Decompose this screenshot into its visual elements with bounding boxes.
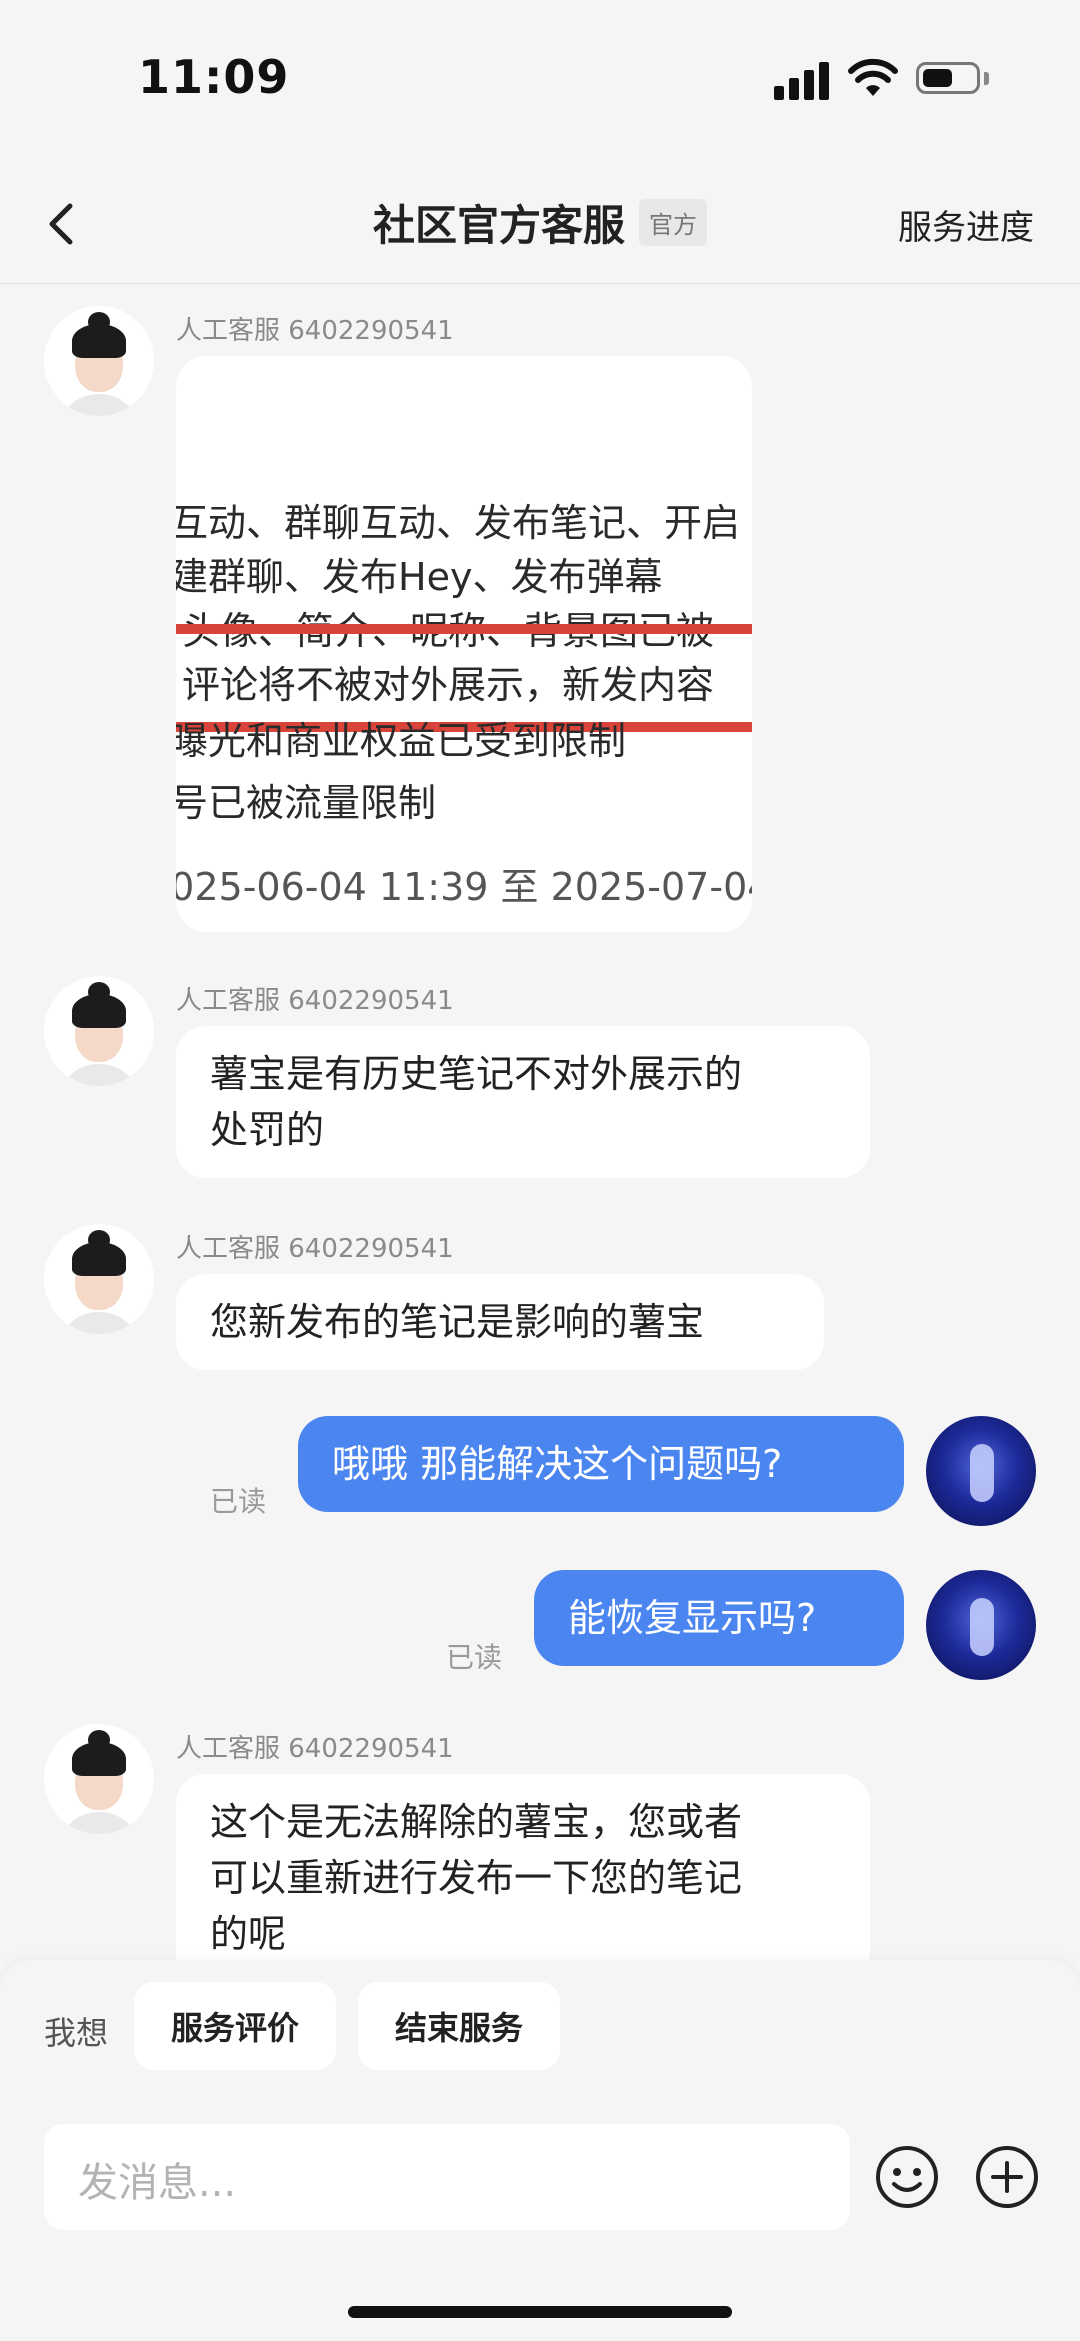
message-line: 的呢 (210, 1912, 287, 1956)
image-text-line: 互动、群聊互动、发布笔记、开启 (176, 501, 741, 545)
message-line: 这个是无法解除的薯宝，您或者 (210, 1800, 743, 1844)
read-status: 已读 (446, 1641, 503, 1674)
user-avatar[interactable] (926, 1416, 1036, 1526)
bottom-panel: 我想 服务评价 结束服务 发消息... (0, 1960, 1080, 2341)
agent-avatar[interactable] (44, 976, 154, 1086)
plus-icon[interactable] (974, 2144, 1040, 2210)
read-status: 已读 (210, 1485, 267, 1518)
battery-level (923, 69, 952, 87)
agent-message-bubble[interactable]: 这个是无法解除的薯宝，您或者 可以重新进行发布一下您的笔记 的呢 (176, 1774, 870, 1982)
message-input-placeholder: 发消息... (78, 2160, 237, 2206)
agent-avatar[interactable] (44, 306, 154, 416)
message-line: 可以重新进行发布一下您的笔记 (210, 1856, 743, 1900)
image-text-line: 曝光和商业权益已受到限制 (176, 719, 627, 763)
agent-name: 人工客服 6402290541 (176, 1734, 454, 1764)
rate-service-button[interactable]: 服务评价 (134, 1982, 336, 2070)
red-underline (176, 624, 752, 634)
agent-name: 人工客服 6402290541 (176, 316, 454, 346)
battery-icon (916, 62, 980, 94)
official-badge: 官方 (639, 198, 707, 246)
message-input[interactable]: 发消息... (44, 2124, 850, 2230)
message-line: 您新发布的笔记是影响的薯宝 (210, 1300, 705, 1344)
service-progress-link[interactable]: 服务进度 (898, 200, 1034, 249)
user-avatar[interactable] (926, 1570, 1036, 1680)
image-text-line: 评论将不被对外展示，新发内容 (182, 663, 715, 707)
my-message-bubble[interactable]: 哦哦 那能解决这个问题吗? (298, 1416, 904, 1512)
status-bar: 11:09 (0, 0, 1080, 160)
page-title: 社区官方客服 (372, 200, 625, 250)
agent-avatar[interactable] (44, 1724, 154, 1834)
agent-name: 人工客服 6402290541 (176, 986, 454, 1016)
agent-message-bubble[interactable]: 薯宝是有历史笔记不对外展示的 处罚的 (176, 1026, 870, 1178)
image-message[interactable]: 互动、群聊互动、发布笔记、开启 建群聊、发布Hey、发布弹幕 头像、简介、昵称、… (176, 356, 752, 932)
agent-message-bubble[interactable]: 您新发布的笔记是影响的薯宝 (176, 1274, 824, 1370)
end-service-button[interactable]: 结束服务 (358, 1982, 560, 2070)
image-text-line: 号已被流量限制 (176, 781, 437, 825)
status-time: 11:09 (138, 50, 290, 104)
agent-name: 人工客服 6402290541 (176, 1234, 454, 1264)
wifi-icon (848, 58, 898, 96)
my-message-bubble[interactable]: 能恢复显示吗? (534, 1570, 904, 1666)
battery-tip (984, 72, 989, 85)
image-text-line: 建群聊、发布Hey、发布弹幕 (176, 555, 663, 599)
home-indicator (348, 2306, 732, 2318)
message-line: 处罚的 (210, 1108, 325, 1152)
quick-action-label: 我想 (44, 2014, 109, 2052)
emoji-icon[interactable] (874, 2144, 940, 2210)
image-text-line: 2025-06-04 11:39 至 2025-07-04 1 (176, 865, 752, 909)
agent-avatar[interactable] (44, 1224, 154, 1334)
nav-bar: 社区官方客服 官方 服务进度 (0, 160, 1080, 284)
signal-icon (774, 60, 830, 100)
message-line: 薯宝是有历史笔记不对外展示的 (210, 1052, 743, 1096)
